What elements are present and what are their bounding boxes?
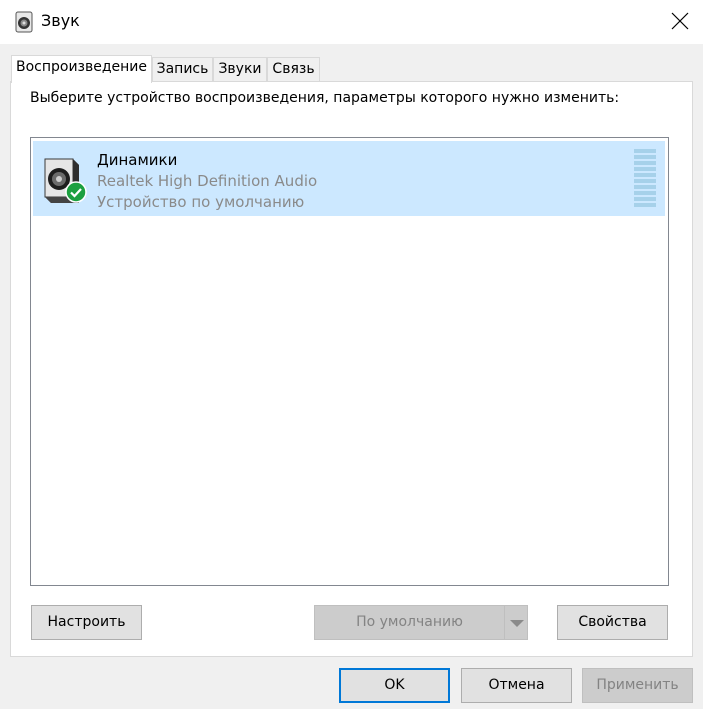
set-default-button[interactable]: По умолчанию xyxy=(314,605,505,640)
cancel-button[interactable]: Отмена xyxy=(461,668,572,703)
volume-level-meter xyxy=(634,149,656,209)
tab-sounds[interactable]: Звуки xyxy=(213,57,267,82)
window-title: Звук xyxy=(41,11,80,30)
close-button[interactable] xyxy=(657,0,703,44)
device-name: Динамики xyxy=(97,151,178,169)
tab-playback[interactable]: Воспроизведение xyxy=(11,55,152,83)
set-default-dropdown[interactable] xyxy=(504,605,528,640)
instruction-text: Выберите устройство воспроизведения, пар… xyxy=(30,90,620,106)
ok-button[interactable]: OK xyxy=(339,668,450,703)
device-driver: Realtek High Definition Audio xyxy=(97,172,318,190)
default-check-icon xyxy=(65,181,87,203)
title-bar: Звук xyxy=(0,0,703,44)
device-status: Устройство по умолчанию xyxy=(97,193,305,211)
properties-button[interactable]: Свойства xyxy=(557,605,668,640)
speaker-icon xyxy=(14,10,34,34)
tab-communications[interactable]: Связь xyxy=(267,57,320,82)
close-icon xyxy=(671,12,689,30)
configure-button[interactable]: Настроить xyxy=(31,605,142,640)
device-row-speakers[interactable]: Динамики Realtek High Definition Audio У… xyxy=(33,141,665,216)
apply-button[interactable]: Применить xyxy=(582,668,693,703)
tab-recording[interactable]: Запись xyxy=(152,57,213,82)
chevron-down-icon xyxy=(510,620,524,627)
device-list[interactable]: Динамики Realtek High Definition Audio У… xyxy=(30,137,669,586)
